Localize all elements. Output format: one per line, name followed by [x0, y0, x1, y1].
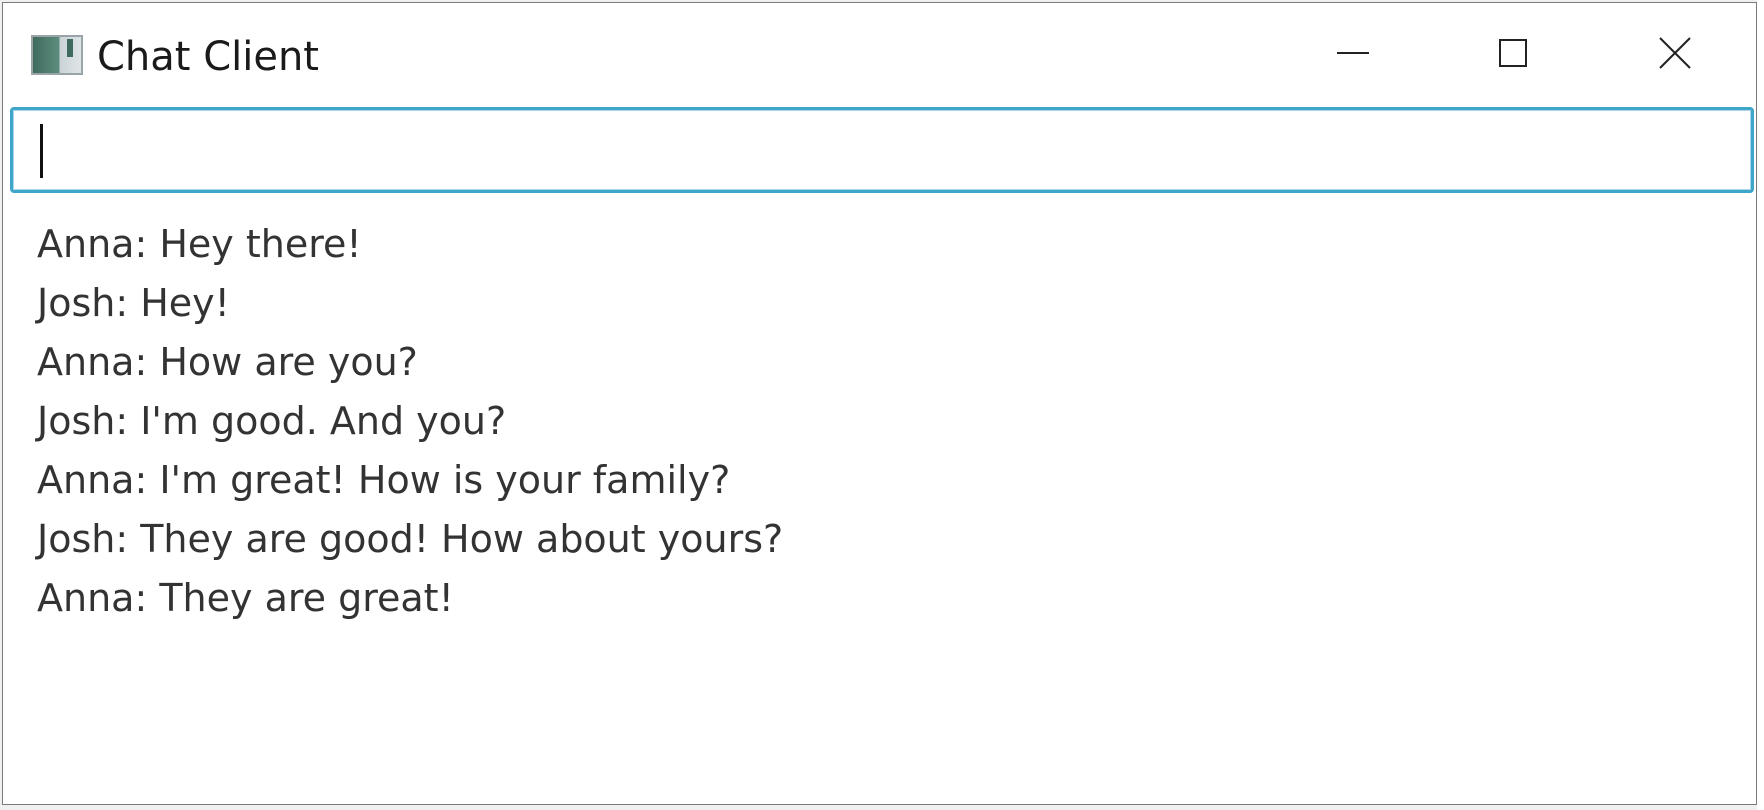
text-caret: [40, 124, 43, 178]
maximize-button[interactable]: [1433, 3, 1593, 103]
message-item: Anna: Hey there!: [37, 222, 362, 266]
app-icon: [31, 35, 83, 75]
message-list: Anna: Hey there! Josh: Hey! Anna: How ar…: [37, 215, 1727, 628]
message-input[interactable]: [37, 122, 1727, 178]
message-item: Anna: How are you?: [37, 340, 418, 384]
close-icon: [1658, 37, 1691, 69]
message-item: Anna: I'm great! How is your family?: [37, 458, 731, 502]
message-item: Anna: They are great!: [37, 576, 454, 620]
close-button[interactable]: [1593, 3, 1756, 103]
minimize-icon: [1337, 51, 1369, 55]
minimize-button[interactable]: [1273, 3, 1433, 103]
message-item: Josh: Hey!: [37, 281, 230, 325]
message-item: Josh: I'm good. And you?: [37, 399, 507, 443]
window-title: Chat Client: [97, 34, 319, 80]
message-input-box[interactable]: [10, 107, 1754, 193]
desktop-background: [1757, 0, 1764, 810]
maximize-icon: [1499, 39, 1527, 67]
title-bar[interactable]: Chat Client: [3, 3, 1756, 103]
chat-client-window: Chat Client Anna: Hey there! Josh: Hey! …: [2, 2, 1757, 805]
message-item: Josh: They are good! How about yours?: [37, 517, 784, 561]
